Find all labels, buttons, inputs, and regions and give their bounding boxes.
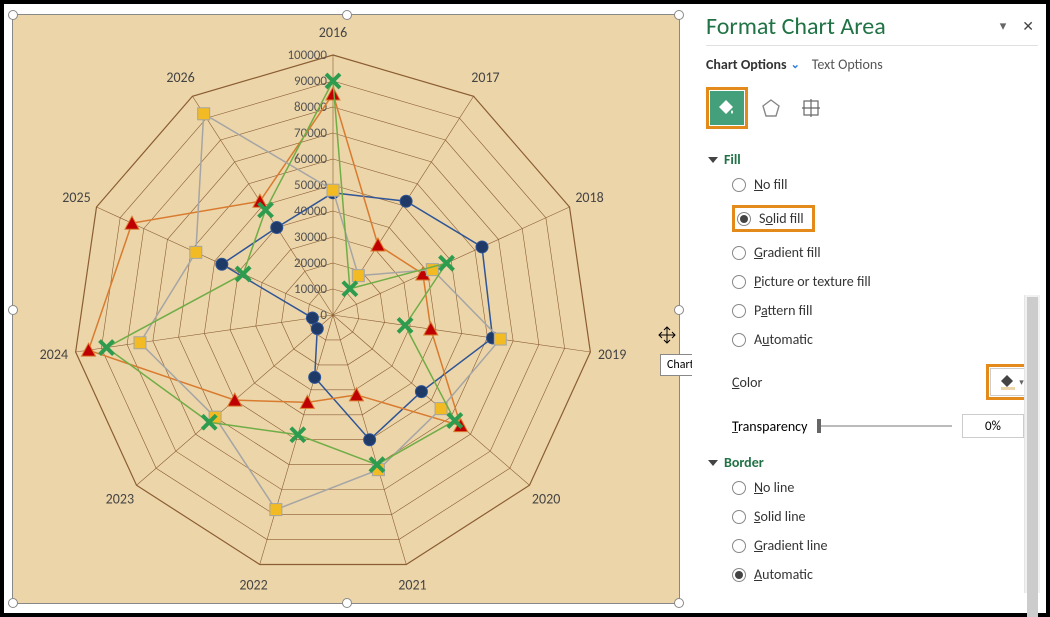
tab-chart-options[interactable]: Chart Options ⌄ [706,56,800,73]
svg-text:2021: 2021 [398,577,426,594]
svg-text:50000: 50000 [294,178,327,193]
fill-option-gradient-fill[interactable]: Gradient fill [732,244,1038,261]
svg-text:10000: 10000 [294,282,327,297]
svg-text:0: 0 [320,308,327,323]
selection-handle[interactable] [8,305,18,315]
selection-handle[interactable] [8,598,18,608]
fill-section-header[interactable]: Fill [706,151,1038,168]
fill-option-pattern-fill[interactable]: Pattern fill [732,302,1038,319]
svg-text:2020: 2020 [532,491,560,508]
svg-text:20000: 20000 [294,256,327,271]
svg-text:60000: 60000 [294,152,327,167]
svg-text:2016: 2016 [319,24,347,41]
solid-fill-highlight: Solid fill [732,205,815,232]
tab-chart-options-label: Chart Options [706,56,787,73]
svg-text:2026: 2026 [166,69,194,86]
svg-text:2019: 2019 [598,346,626,363]
border-section-header[interactable]: Border [706,454,1038,471]
radar-chart: 0100002000030000400005000060000700008000… [13,15,681,605]
fill-option-automatic[interactable]: Automatic [732,331,1038,348]
transparency-label: Transparency [732,418,807,435]
border-option-automatic[interactable]: Automatic [732,566,1038,583]
transparency-value: 0% [985,419,1001,434]
border-option-no-line[interactable]: No line [732,479,1038,496]
svg-text:2023: 2023 [106,491,134,508]
svg-text:2022: 2022 [239,577,267,594]
vertical-scrollbar[interactable] [1024,295,1040,593]
fill-option-no-fill[interactable]: No fill [732,176,1038,193]
collapse-caret-icon [708,157,718,163]
size-properties-tab-icon[interactable] [794,91,828,125]
collapse-caret-icon [708,460,718,466]
fill-option-picture-fill[interactable]: Picture or texture fill [732,273,1038,290]
selection-handle[interactable] [342,598,352,608]
fill-option-solid-fill[interactable]: Solid fill [737,210,804,227]
move-cursor [658,326,676,349]
selection-handle[interactable] [342,10,352,20]
pane-menu-icon[interactable]: ▾ [998,17,1009,36]
format-pane: Format Chart Area ▾ ✕ Chart Options ⌄ Te… [692,4,1046,613]
selection-handle[interactable] [8,10,18,20]
close-icon[interactable]: ✕ [1018,14,1038,39]
effects-tab-icon[interactable] [754,91,788,125]
svg-text:30000: 30000 [294,230,327,245]
svg-text:2024: 2024 [40,346,68,363]
border-section-label: Border [724,454,764,471]
svg-text:70000: 70000 [294,126,327,141]
color-label: Color [732,374,762,391]
fill-tab-highlight [706,87,748,129]
pane-title: Format Chart Area [706,12,886,41]
transparency-slider[interactable] [817,425,952,427]
svg-text:90000: 90000 [294,74,327,89]
selection-handle[interactable] [674,10,684,20]
svg-text:2025: 2025 [62,189,90,206]
border-option-solid-line[interactable]: Solid line [732,508,1038,525]
chart-area[interactable]: 0100002000030000400005000060000700008000… [12,14,680,604]
svg-text:2017: 2017 [471,69,499,86]
svg-text:100000: 100000 [287,48,327,63]
fill-section-label: Fill [724,151,741,168]
selection-handle[interactable] [674,305,684,315]
tab-text-options[interactable]: Text Options [812,56,883,73]
border-option-gradient-line[interactable]: Gradient line [732,537,1038,554]
fill-line-tab-icon[interactable] [710,91,744,125]
svg-text:2018: 2018 [575,189,603,206]
transparency-input[interactable]: 0% [962,414,1024,438]
selection-handle[interactable] [674,598,684,608]
chevron-down-icon: ⌄ [791,58,800,71]
